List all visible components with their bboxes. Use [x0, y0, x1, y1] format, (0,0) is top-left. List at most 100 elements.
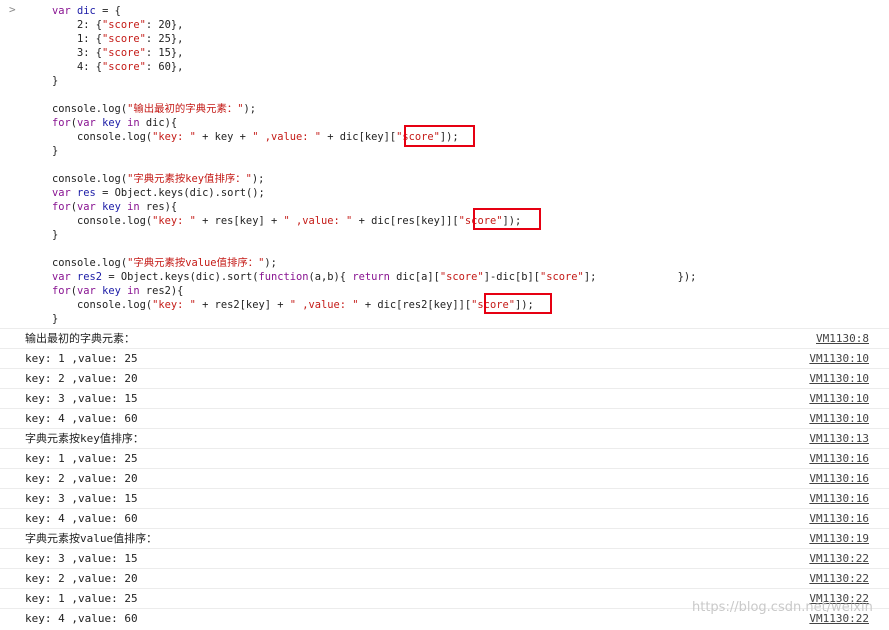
code-token: key — [102, 201, 121, 213]
code-token: res2){ — [145, 285, 184, 297]
code-token: for — [52, 117, 71, 129]
code-token: "字典元素按key值排序：" — [127, 173, 252, 185]
code-token: in — [120, 201, 146, 213]
source-link[interactable]: VM1130:16 — [809, 471, 869, 487]
code-token: res — [77, 187, 96, 199]
code-line: } — [52, 74, 58, 88]
code-token: + dic[key][ — [321, 131, 397, 143]
code-token: : 20}, — [145, 19, 184, 31]
code-token: " ,value: " — [252, 131, 322, 143]
console-message-text: key: 4 ,value: 60 — [25, 412, 138, 425]
code-token: return — [352, 271, 397, 283]
code-token: ]-dic[b][ — [483, 271, 541, 283]
code-token: "输出最初的字典元素：" — [127, 103, 244, 115]
code-line: for(var key in res2){ — [52, 284, 183, 298]
code-token: for — [52, 201, 71, 213]
console-message-text: key: 2 ,value: 20 — [25, 572, 138, 585]
console-input-code: > var dic = { 2: {"score": 20}, 1: {"sco… — [0, 0, 889, 328]
source-link[interactable]: VM1130:16 — [809, 451, 869, 467]
source-link[interactable]: VM1130:19 — [809, 531, 869, 547]
console-message-text: 输出最初的字典元素： — [25, 332, 135, 345]
console-message-text: key: 2 ,value: 20 — [25, 472, 138, 485]
console-message-row: key: 3 ,value: 15 VM1130:16 — [0, 488, 889, 508]
code-line: console.log("key: " + key + " ,value: " … — [52, 130, 459, 144]
code-line: console.log("字典元素按key值排序："); — [52, 172, 264, 186]
code-token: + dic[res[key]][ — [352, 215, 459, 227]
source-link[interactable]: VM1130:16 — [809, 511, 869, 527]
code-line: var res = Object.keys(dic).sort(); — [52, 186, 265, 200]
source-link[interactable]: VM1130:10 — [809, 411, 869, 427]
code-token: res2 — [77, 271, 103, 283]
console-message-row: key: 1 ,value: 25 VM1130:10 — [0, 348, 889, 368]
code-token: console.log( — [52, 103, 128, 115]
console-message-row: key: 3 ,value: 15 VM1130:22 — [0, 548, 889, 568]
source-link[interactable]: VM1130:22 — [809, 571, 869, 587]
code-token: dic — [77, 5, 96, 17]
code-token: console.log( — [52, 131, 153, 143]
console-message-row: key: 4 ,value: 60 VM1130:10 — [0, 408, 889, 428]
console-message-text: key: 3 ,value: 15 — [25, 492, 138, 505]
code-token: "score" — [439, 271, 484, 283]
code-token: } — [52, 145, 59, 157]
code-token: : 15}, — [145, 47, 184, 59]
code-token: dic[a][ — [396, 271, 440, 283]
code-token: ); — [243, 103, 257, 115]
code-token: 2: { — [52, 19, 103, 31]
code-token: dic){ — [145, 117, 178, 129]
console-message-text: key: 3 ,value: 15 — [25, 552, 138, 565]
code-token: var — [77, 117, 103, 129]
console-message-text: key: 1 ,value: 25 — [25, 452, 138, 465]
console-message-row: 字典元素按value值排序： VM1130:19 — [0, 528, 889, 548]
code-token: "score" — [102, 47, 146, 59]
code-token: console.log( — [52, 215, 153, 227]
code-token: "score" — [102, 61, 146, 73]
code-token: for — [52, 285, 71, 297]
code-token: + dic[res2[key]][ — [358, 299, 472, 311]
source-link[interactable]: VM1130:10 — [809, 351, 869, 367]
code-token: console.log( — [52, 299, 153, 311]
code-line: 3: {"score": 15}, — [52, 46, 183, 60]
code-token: var — [77, 201, 103, 213]
code-token: " ,value: " — [283, 215, 353, 227]
code-token: } — [52, 75, 59, 87]
code-token: "key: " — [152, 299, 196, 311]
code-token: ); — [251, 173, 265, 185]
code-token: : 60}, — [145, 61, 184, 73]
code-token: "score" — [102, 19, 146, 31]
code-token: } — [52, 313, 59, 325]
code-token: (a,b){ — [308, 271, 353, 283]
source-link[interactable]: VM1130:22 — [809, 551, 869, 567]
code-token: var — [52, 187, 78, 199]
console-message-text: key: 3 ,value: 15 — [25, 392, 138, 405]
code-token: in — [120, 285, 146, 297]
source-link[interactable]: VM1130:16 — [809, 491, 869, 507]
source-link[interactable]: VM1130:10 — [809, 391, 869, 407]
score-highlight-box — [473, 208, 541, 230]
source-link[interactable]: VM1130:8 — [816, 331, 869, 347]
code-token: key — [102, 285, 121, 297]
console-message-text: key: 1 ,value: 25 — [25, 592, 138, 605]
code-token: "score" — [102, 33, 146, 45]
source-link[interactable]: VM1130:13 — [809, 431, 869, 447]
code-line: for(var key in res){ — [52, 200, 177, 214]
console-message-row: key: 2 ,value: 20 VM1130:22 — [0, 568, 889, 588]
console-message-text: key: 4 ,value: 60 — [25, 512, 138, 525]
code-token: "key: " — [152, 131, 196, 143]
code-line: } — [52, 228, 58, 242]
score-highlight-box — [484, 293, 552, 314]
code-token: + key + — [195, 131, 253, 143]
code-token: var — [52, 5, 78, 17]
console-message-text: 字典元素按value值排序： — [25, 532, 158, 545]
code-token: "key: " — [152, 215, 196, 227]
code-line: 1: {"score": 25}, — [52, 32, 183, 46]
code-token: + res[key] + — [195, 215, 284, 227]
console-message-row: key: 4 ,value: 60 VM1130:16 — [0, 508, 889, 528]
code-token: console.log( — [52, 173, 128, 185]
code-line: console.log("字典元素按value值排序："); — [52, 256, 277, 270]
code-token: res){ — [145, 201, 178, 213]
source-link[interactable]: VM1130:10 — [809, 371, 869, 387]
console-message-row: key: 3 ,value: 15 VM1130:10 — [0, 388, 889, 408]
code-line: } — [52, 312, 58, 326]
code-line: 4: {"score": 60}, — [52, 60, 183, 74]
code-token: ); — [264, 257, 277, 269]
